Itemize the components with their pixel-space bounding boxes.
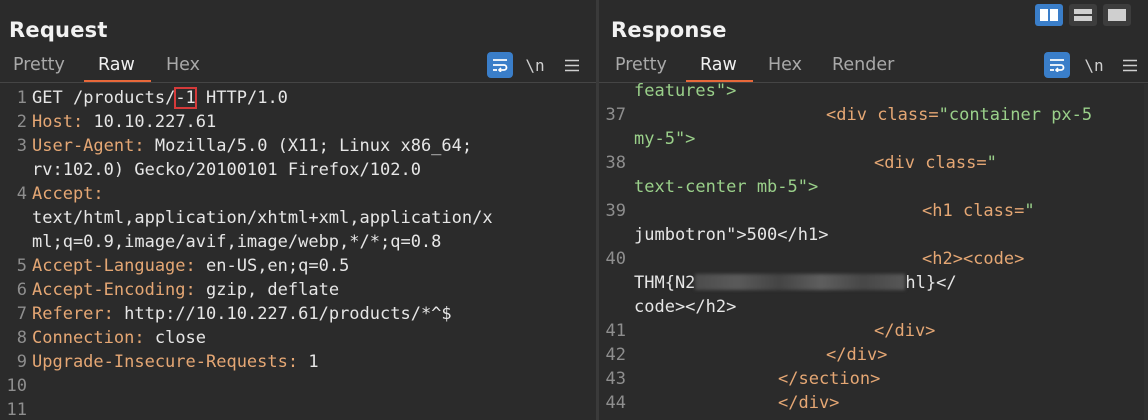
code-continuation: my-5"> <box>634 129 696 149</box>
code-line: <div class=" <box>874 153 997 173</box>
request-title: Request <box>9 18 108 42</box>
line-number: 41 <box>605 321 626 341</box>
code-continuation: jumbotron">500</h1> <box>634 225 829 245</box>
request-editor[interactable]: 1 GET /products/-1 HTTP/1.0 2 Host: 10.1… <box>0 84 596 420</box>
code-line: features"> <box>634 81 737 101</box>
line-number: 7 <box>16 304 27 324</box>
wrap-lines-icon[interactable] <box>1044 52 1070 78</box>
code-line: </section> <box>778 369 881 389</box>
code-line: <div class="container px-5 <box>826 105 1093 125</box>
code-line: <h2><code> <box>922 249 1025 269</box>
header-line: User-Agent: Mozilla/5.0 (X11; Linux x86_… <box>32 136 473 156</box>
header-line: Accept-Language: en-US,en;q=0.5 <box>32 256 350 276</box>
line-number: 3 <box>16 136 27 156</box>
line-number: 8 <box>16 328 27 348</box>
response-title: Response <box>611 18 727 42</box>
code-continuation: text-center mb-5"> <box>634 177 819 197</box>
horizontal-layout-icon[interactable] <box>1069 4 1097 26</box>
menu-icon[interactable] <box>1117 52 1143 78</box>
tab-hex[interactable]: Hex <box>768 55 802 75</box>
code-line: <h1 class=" <box>922 201 1035 221</box>
header-line: Accept: <box>32 184 104 204</box>
line-number: 39 <box>605 201 626 221</box>
line-number: 6 <box>16 280 27 300</box>
scrollbar[interactable] <box>1144 84 1148 420</box>
redacted-flag <box>695 274 906 290</box>
line-number: 10 <box>6 376 27 396</box>
layout-toggle-group <box>1035 4 1131 26</box>
response-editor[interactable]: features"> 37 <div class="container px-5… <box>599 81 1148 420</box>
header-continuation: text/html,application/xhtml+xml,applicat… <box>32 208 493 228</box>
side-by-side-layout-icon[interactable] <box>1035 4 1063 26</box>
line-number: 38 <box>605 153 626 173</box>
line-number: 4 <box>16 184 27 204</box>
line-number: 44 <box>605 393 626 413</box>
line-number: 40 <box>605 249 626 269</box>
header-line: Accept-Encoding: gzip, deflate <box>32 280 340 300</box>
code-continuation: code></h2> <box>634 297 737 317</box>
line-number: 42 <box>605 345 626 365</box>
tab-render[interactable]: Render <box>832 55 894 75</box>
tab-pretty[interactable]: Pretty <box>13 55 65 75</box>
tab-raw[interactable]: Raw <box>98 55 135 75</box>
newline-icon[interactable]: \n <box>522 52 548 78</box>
tab-pretty[interactable]: Pretty <box>615 55 667 75</box>
line-number: 9 <box>16 352 27 372</box>
header-line: Connection: close <box>32 328 207 348</box>
line-number: 43 <box>605 369 626 389</box>
line-number: 37 <box>605 105 626 125</box>
code-line: </div> <box>826 345 888 365</box>
header-line: Upgrade-Insecure-Requests: 1 <box>32 352 319 372</box>
newline-icon[interactable]: \n <box>1081 52 1107 78</box>
single-pane-layout-icon[interactable] <box>1103 4 1131 26</box>
response-pane: Response Pretty Raw Hex Render \n featur… <box>599 0 1148 420</box>
line-number: 1 <box>16 88 27 108</box>
code-line: </div> <box>874 321 936 341</box>
code-line: </div> <box>778 393 840 413</box>
line-number: 5 <box>16 256 27 276</box>
flag-line: THM{N2 hl}</ <box>634 273 957 293</box>
highlighted-parameter: -1 <box>174 87 197 109</box>
header-continuation: ml;q=0.9,image/avif,image/webp,*/*;q=0.8 <box>32 232 442 252</box>
tabs-divider <box>0 82 596 83</box>
wrap-lines-icon[interactable] <box>487 52 513 78</box>
header-line: Referer: http://10.10.227.61/products/*^… <box>32 304 452 324</box>
menu-icon[interactable] <box>559 52 585 78</box>
tab-raw[interactable]: Raw <box>700 55 737 75</box>
tab-hex[interactable]: Hex <box>166 55 200 75</box>
request-line: GET /products/-1 HTTP/1.0 <box>32 87 288 109</box>
header-line: Host: 10.10.227.61 <box>32 112 217 132</box>
line-number: 11 <box>6 400 27 420</box>
line-number: 2 <box>16 112 27 132</box>
header-continuation: rv:102.0) Gecko/20100101 Firefox/102.0 <box>32 160 421 180</box>
request-pane: Request Pretty Raw Hex \n 1 GET /product… <box>0 0 596 420</box>
